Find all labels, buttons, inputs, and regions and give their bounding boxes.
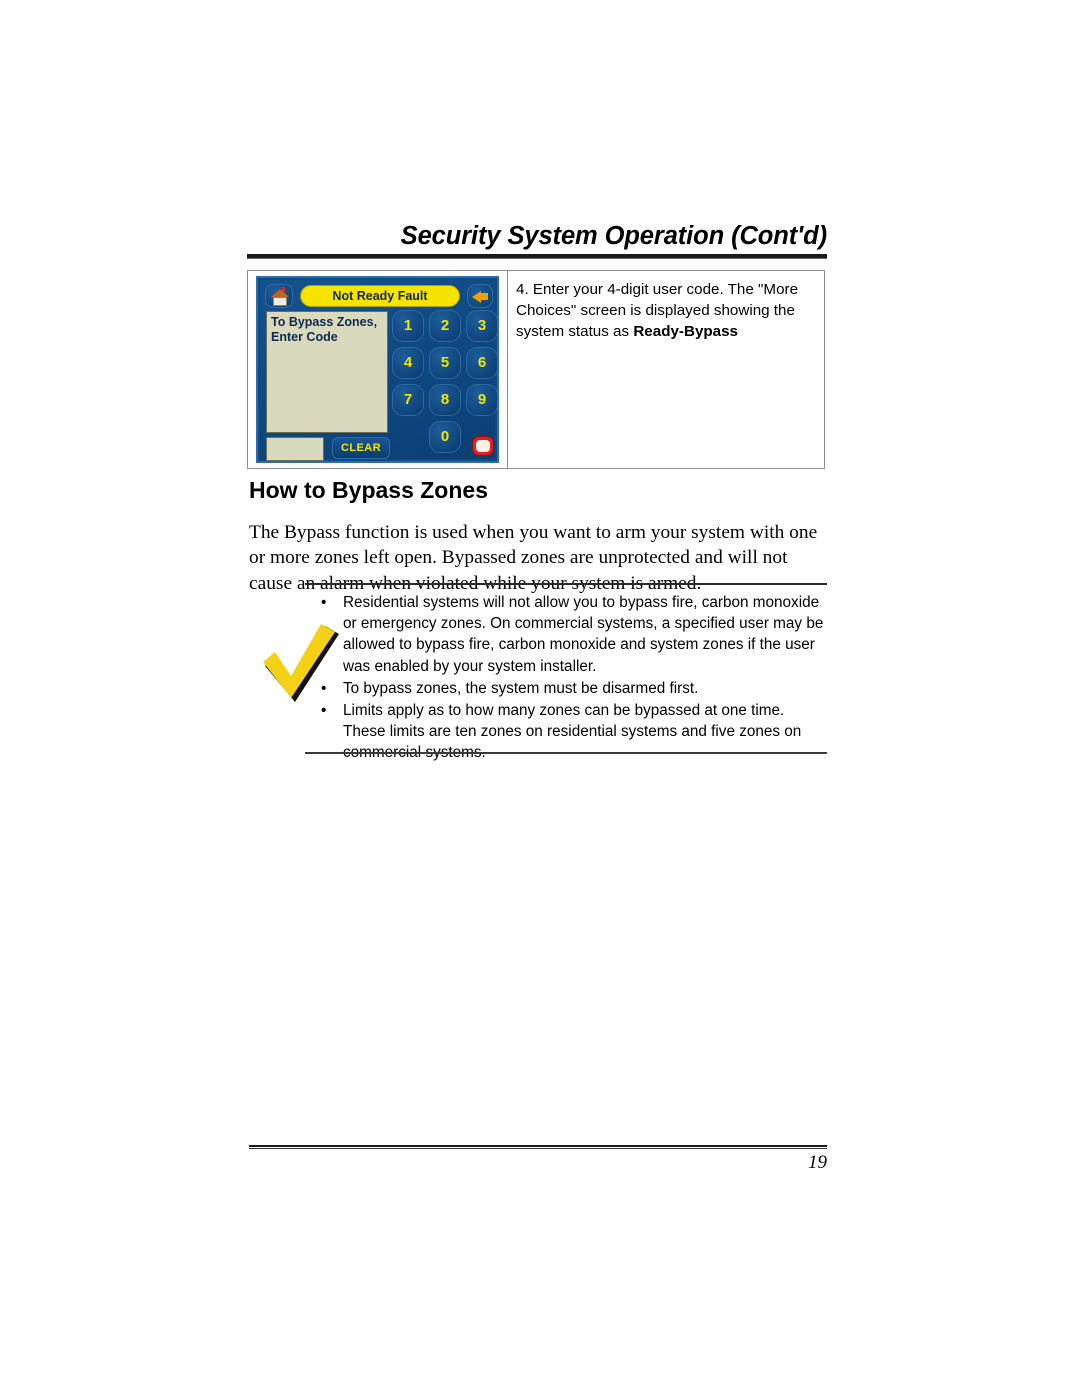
home-body — [273, 297, 287, 306]
header-rule — [247, 254, 827, 259]
note-item-text: To bypass zones, the system must be disa… — [343, 679, 699, 697]
key-6[interactable]: 6 — [466, 347, 497, 379]
list-item: • Residential systems will not allow you… — [310, 592, 830, 677]
panic-badge-icon[interactable] — [472, 436, 494, 456]
key-5[interactable]: 5 — [429, 347, 461, 379]
key-8[interactable]: 8 — [429, 384, 461, 416]
bullet-icon: • — [321, 679, 327, 697]
note-item-text: Residential systems will not allow you t… — [343, 594, 824, 675]
bullet-icon: • — [321, 594, 327, 611]
keypad-number-grid: 1 2 3 4 5 6 7 8 9 0 — [392, 310, 497, 461]
step-table: Not Ready Fault To Bypass Zones, Enter C… — [247, 270, 825, 469]
key-2[interactable]: 2 — [429, 310, 461, 342]
page-number: 19 — [808, 1152, 827, 1173]
table-column-divider — [507, 271, 508, 468]
step-emphasis-text: Ready-Bypass — [633, 323, 739, 340]
step-instruction: 4. Enter your 4-digit user code. The "Mo… — [516, 279, 812, 342]
home-roof — [271, 289, 289, 297]
back-arrow-icon[interactable] — [467, 284, 493, 308]
home-icon[interactable] — [265, 284, 293, 308]
note-list: • Residential systems will not allow you… — [310, 592, 830, 765]
list-item: • Limits apply as to how many zones can … — [310, 700, 830, 764]
note-rule-bottom — [305, 752, 827, 754]
panic-badge-inner — [476, 440, 490, 452]
keypad-panel: Not Ready Fault To Bypass Zones, Enter C… — [260, 280, 497, 461]
list-item: • To bypass zones, the system must be di… — [310, 678, 830, 699]
key-1[interactable]: 1 — [392, 310, 424, 342]
key-4[interactable]: 4 — [392, 347, 424, 379]
key-7[interactable]: 7 — [392, 384, 424, 416]
key-0[interactable]: 0 — [429, 421, 461, 453]
step-number: 4. — [516, 281, 529, 298]
page-header-title: Security System Operation (Cont'd) — [400, 222, 827, 250]
note-rule-top — [305, 583, 827, 585]
footer-rule — [249, 1145, 827, 1149]
back-arrow-tail — [480, 293, 488, 300]
key-3[interactable]: 3 — [466, 310, 497, 342]
status-banner: Not Ready Fault — [300, 285, 460, 307]
bullet-icon: • — [321, 702, 327, 720]
code-entry-field[interactable] — [266, 437, 324, 461]
section-heading: How to Bypass Zones — [249, 477, 488, 503]
keypad-display: To Bypass Zones, Enter Code — [266, 311, 388, 433]
keypad-screenshot: Not Ready Fault To Bypass Zones, Enter C… — [256, 276, 499, 463]
key-9[interactable]: 9 — [466, 384, 497, 416]
document-page: Security System Operation (Cont'd) Not R… — [0, 0, 1080, 1397]
clear-button[interactable]: CLEAR — [332, 437, 390, 459]
